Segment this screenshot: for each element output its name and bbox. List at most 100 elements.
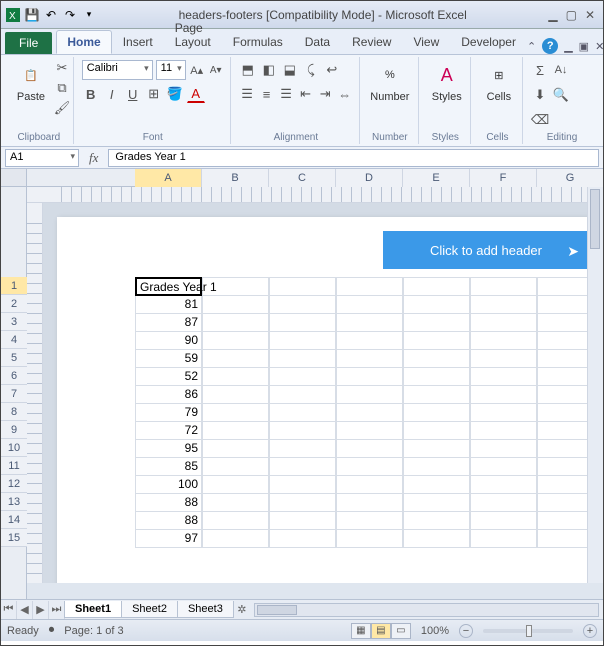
- cell[interactable]: [336, 295, 403, 314]
- tab-home[interactable]: Home: [56, 30, 111, 54]
- vertical-scrollbar[interactable]: [587, 187, 603, 583]
- cell[interactable]: [269, 529, 336, 548]
- cell[interactable]: [537, 349, 587, 368]
- cell-A7[interactable]: 86: [135, 385, 202, 404]
- cell[interactable]: [470, 475, 537, 494]
- cell[interactable]: [202, 403, 269, 422]
- col-header-C[interactable]: C: [269, 169, 336, 187]
- row-header-3[interactable]: 3: [1, 313, 27, 331]
- cell[interactable]: [269, 475, 336, 494]
- align-center-icon[interactable]: ≡: [258, 85, 275, 103]
- cut-icon[interactable]: ✂: [53, 59, 71, 77]
- cell[interactable]: [403, 475, 470, 494]
- cell[interactable]: [336, 385, 403, 404]
- fill-icon[interactable]: ⬇: [531, 86, 549, 104]
- wrap-text-icon[interactable]: ↩: [323, 61, 341, 79]
- cell[interactable]: [403, 511, 470, 530]
- mdi-minimize-icon[interactable]: ▁: [564, 40, 572, 53]
- save-icon[interactable]: 💾: [24, 7, 40, 23]
- cell[interactable]: [403, 313, 470, 332]
- help-icon[interactable]: ?: [542, 38, 558, 54]
- cell[interactable]: [537, 475, 587, 494]
- cell[interactable]: [537, 403, 587, 422]
- cell[interactable]: [470, 367, 537, 386]
- cell[interactable]: [403, 349, 470, 368]
- cell[interactable]: [470, 493, 537, 512]
- align-middle-icon[interactable]: ◧: [260, 61, 278, 79]
- cell[interactable]: [470, 511, 537, 530]
- cell[interactable]: [202, 313, 269, 332]
- row-header-2[interactable]: 2: [1, 295, 27, 313]
- shrink-font-icon[interactable]: A▾: [208, 61, 224, 79]
- horizontal-scrollbar[interactable]: [254, 603, 599, 617]
- row-header-6[interactable]: 6: [1, 367, 27, 385]
- cell[interactable]: [470, 439, 537, 458]
- underline-icon[interactable]: U: [124, 85, 142, 103]
- col-header-D[interactable]: D: [336, 169, 403, 187]
- cell[interactable]: [403, 277, 470, 296]
- cell[interactable]: [403, 439, 470, 458]
- row-header-8[interactable]: 8: [1, 403, 27, 421]
- cell[interactable]: [269, 295, 336, 314]
- row-header-10[interactable]: 10: [1, 439, 27, 457]
- select-all-corner[interactable]: [1, 169, 27, 187]
- cell[interactable]: [537, 331, 587, 350]
- row-header-12[interactable]: 12: [1, 475, 27, 493]
- tab-developer[interactable]: Developer: [450, 30, 527, 54]
- cell[interactable]: [202, 493, 269, 512]
- new-sheet-icon[interactable]: ✲: [234, 601, 250, 619]
- indent-increase-icon[interactable]: ⇥: [317, 85, 334, 103]
- macro-record-icon[interactable]: ⏺: [49, 624, 55, 637]
- view-page-break-icon[interactable]: ▭: [391, 623, 411, 639]
- styles-button[interactable]: AStyles: [427, 59, 467, 131]
- col-header-G[interactable]: G: [537, 169, 603, 187]
- sheet-tab-3[interactable]: Sheet3: [177, 601, 234, 618]
- cell[interactable]: [336, 457, 403, 476]
- cell[interactable]: [202, 295, 269, 314]
- cell[interactable]: [202, 475, 269, 494]
- cell[interactable]: [336, 475, 403, 494]
- cell[interactable]: [269, 511, 336, 530]
- cell-A3[interactable]: 87: [135, 313, 202, 332]
- col-header-B[interactable]: B: [202, 169, 269, 187]
- font-name-combo[interactable]: Calibri: [82, 60, 153, 80]
- format-painter-icon[interactable]: 🖌: [53, 99, 71, 117]
- row-header-1[interactable]: 1: [1, 277, 27, 295]
- col-header-A[interactable]: A: [135, 169, 202, 187]
- tab-page-layout[interactable]: Page Layout: [164, 16, 222, 54]
- cell[interactable]: [269, 403, 336, 422]
- cell-A1[interactable]: Grades Year 1: [135, 277, 202, 296]
- mdi-restore-icon[interactable]: ▣: [579, 40, 589, 53]
- cell[interactable]: [336, 439, 403, 458]
- row-header-5[interactable]: 5: [1, 349, 27, 367]
- cell[interactable]: [403, 385, 470, 404]
- cell[interactable]: [403, 295, 470, 314]
- cell-A10[interactable]: 95: [135, 439, 202, 458]
- zoom-thumb[interactable]: [526, 625, 532, 637]
- cell[interactable]: [336, 313, 403, 332]
- tab-file[interactable]: File: [5, 32, 52, 54]
- cell-A14[interactable]: 88: [135, 511, 202, 530]
- row-header-15[interactable]: 15: [1, 529, 27, 547]
- cell[interactable]: [336, 367, 403, 386]
- merge-icon[interactable]: ⇔: [336, 85, 353, 103]
- name-box[interactable]: A1: [5, 149, 79, 167]
- cell[interactable]: [403, 421, 470, 440]
- cell[interactable]: [336, 421, 403, 440]
- zoom-out-icon[interactable]: −: [459, 624, 473, 638]
- sheet-tab-1[interactable]: Sheet1: [64, 601, 122, 618]
- cell[interactable]: [537, 295, 587, 314]
- cell[interactable]: [470, 295, 537, 314]
- cell[interactable]: [537, 385, 587, 404]
- tab-view[interactable]: View: [402, 30, 450, 54]
- cell-A5[interactable]: 59: [135, 349, 202, 368]
- tab-nav-prev-icon[interactable]: ◀: [17, 601, 33, 619]
- cell[interactable]: [403, 529, 470, 548]
- cell-A9[interactable]: 72: [135, 421, 202, 440]
- cell[interactable]: [269, 277, 336, 296]
- tab-review[interactable]: Review: [341, 30, 402, 54]
- restore-icon[interactable]: ▢: [566, 8, 577, 22]
- cell-A4[interactable]: 90: [135, 331, 202, 350]
- grow-font-icon[interactable]: A▴: [189, 61, 205, 79]
- col-header-E[interactable]: E: [403, 169, 470, 187]
